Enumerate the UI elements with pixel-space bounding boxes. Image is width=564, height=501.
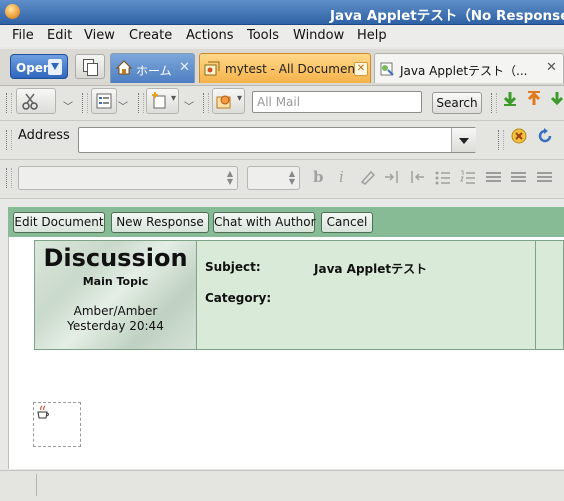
tab-mytest-label: mytest - All Documents	[225, 62, 366, 76]
menu-view[interactable]: View	[84, 28, 115, 43]
toolbar-grip[interactable]	[491, 93, 497, 113]
indent-icon[interactable]	[384, 169, 400, 185]
category-label: Category:	[205, 291, 272, 305]
bullet-list-icon[interactable]	[435, 170, 451, 185]
cut-button[interactable]	[16, 88, 56, 114]
menu-create[interactable]: Create	[129, 28, 172, 43]
address-label: Address	[18, 128, 70, 143]
form-icon	[96, 93, 112, 109]
search-placeholder: All Mail	[257, 95, 301, 109]
refresh-icon[interactable]	[536, 127, 554, 145]
new-response-button[interactable]: New Response	[111, 212, 209, 233]
tab-java-applet[interactable]: Java Appletテスト（... ✕	[374, 53, 564, 83]
outdent-icon[interactable]	[409, 169, 425, 185]
toolbar-grip[interactable]	[82, 93, 88, 113]
numbered-list-icon[interactable]	[460, 170, 476, 185]
tab-home-label: ホーム	[136, 64, 172, 78]
document-icon	[380, 62, 394, 76]
tab-mytest-close-icon[interactable]: ✕	[354, 62, 368, 76]
cancel-button[interactable]: Cancel	[321, 212, 373, 233]
tab-mytest[interactable]: mytest - All Documents ✕	[199, 53, 371, 83]
tab-home-close-icon[interactable]: ✕	[179, 60, 190, 75]
subject-value: Java Appletテスト	[314, 262, 428, 276]
calendar-icon	[216, 95, 231, 109]
download-icon[interactable]	[502, 90, 518, 108]
search-input[interactable]: All Mail	[252, 91, 422, 113]
toolbar-grip[interactable]	[203, 93, 209, 113]
toolbar-grip[interactable]	[6, 130, 12, 150]
move-down-icon[interactable]	[550, 90, 564, 108]
home-icon	[116, 60, 132, 75]
address-input[interactable]	[78, 127, 476, 153]
calendar-button[interactable]: ▾	[212, 88, 245, 114]
toolbar-grip[interactable]	[6, 93, 12, 113]
font-size-select[interactable]: ▲ ▼	[247, 166, 300, 190]
new-document-icon	[152, 92, 166, 109]
open-arrow-icon	[48, 59, 62, 75]
author-name: Amber/Amber	[73, 304, 158, 318]
edit-document-button[interactable]: Edit Document	[13, 212, 105, 233]
tab-home[interactable]: ホーム ✕	[110, 53, 195, 83]
post-date: Yesterday 20:44	[67, 319, 164, 333]
chat-with-author-button[interactable]: Chat with Author	[213, 212, 316, 233]
spin-arrows-icon: ▲ ▼	[226, 169, 233, 186]
tab-java-close-icon[interactable]: ✕	[546, 60, 557, 75]
database-icon	[204, 61, 220, 76]
menu-help[interactable]: Help	[357, 28, 387, 43]
scissors-icon	[22, 93, 38, 110]
menu-window[interactable]: Window	[293, 28, 344, 43]
chevron-down-icon[interactable]: ﹀	[118, 98, 128, 113]
new-memo-button[interactable]: ▾	[146, 88, 179, 114]
window-icon-back	[87, 63, 98, 76]
spin-arrows-icon: ▲ ▼	[288, 169, 295, 186]
menu-tools[interactable]: Tools	[247, 28, 279, 43]
align-right-icon[interactable]	[511, 172, 526, 184]
toolbar-grip[interactable]	[498, 130, 504, 150]
tab-java-label: Java Appletテスト（...	[400, 64, 528, 78]
status-bar	[0, 470, 564, 501]
toolbar-grip[interactable]	[138, 93, 144, 113]
java-applet-placeholder[interactable]	[33, 402, 81, 447]
bold-button[interactable]: b	[313, 168, 324, 186]
title-bar: Java Appletテスト（No Response）	[0, 0, 564, 25]
switch-window-button[interactable]	[75, 54, 105, 79]
toolbar-grip[interactable]	[6, 168, 12, 188]
document-subtitle: Main Topic	[82, 275, 149, 288]
chevron-down-icon[interactable]: ﹀	[63, 98, 73, 113]
header-divider	[535, 241, 536, 349]
subject-label: Subject:	[205, 260, 261, 274]
window-title: Java Appletテスト（No Response）	[330, 8, 564, 24]
java-coffee-icon	[37, 405, 49, 419]
stop-icon[interactable]	[510, 127, 528, 145]
search-button[interactable]: Search	[432, 92, 482, 114]
menu-edit[interactable]: Edit	[47, 28, 72, 43]
highlight-icon[interactable]	[359, 169, 377, 185]
menu-actions[interactable]: Actions	[186, 28, 234, 43]
app-icon[interactable]	[5, 4, 20, 19]
menu-bar: File Edit View Create Actions Tools Wind…	[0, 25, 564, 47]
form-button[interactable]	[91, 88, 117, 114]
address-dropdown-button[interactable]	[451, 128, 476, 152]
align-center-icon[interactable]	[486, 172, 501, 184]
upload-icon[interactable]	[526, 90, 542, 108]
status-divider	[36, 474, 37, 496]
italic-button[interactable]: i	[339, 168, 344, 186]
justify-icon[interactable]	[537, 172, 552, 184]
menu-file[interactable]: File	[12, 28, 34, 43]
chevron-down-icon[interactable]: ﹀	[184, 98, 194, 113]
font-family-select[interactable]: ▲ ▼	[18, 166, 238, 190]
document-title: Discussion	[43, 244, 188, 272]
open-button-label: Open	[16, 61, 52, 75]
open-button[interactable]: Open	[10, 54, 68, 79]
